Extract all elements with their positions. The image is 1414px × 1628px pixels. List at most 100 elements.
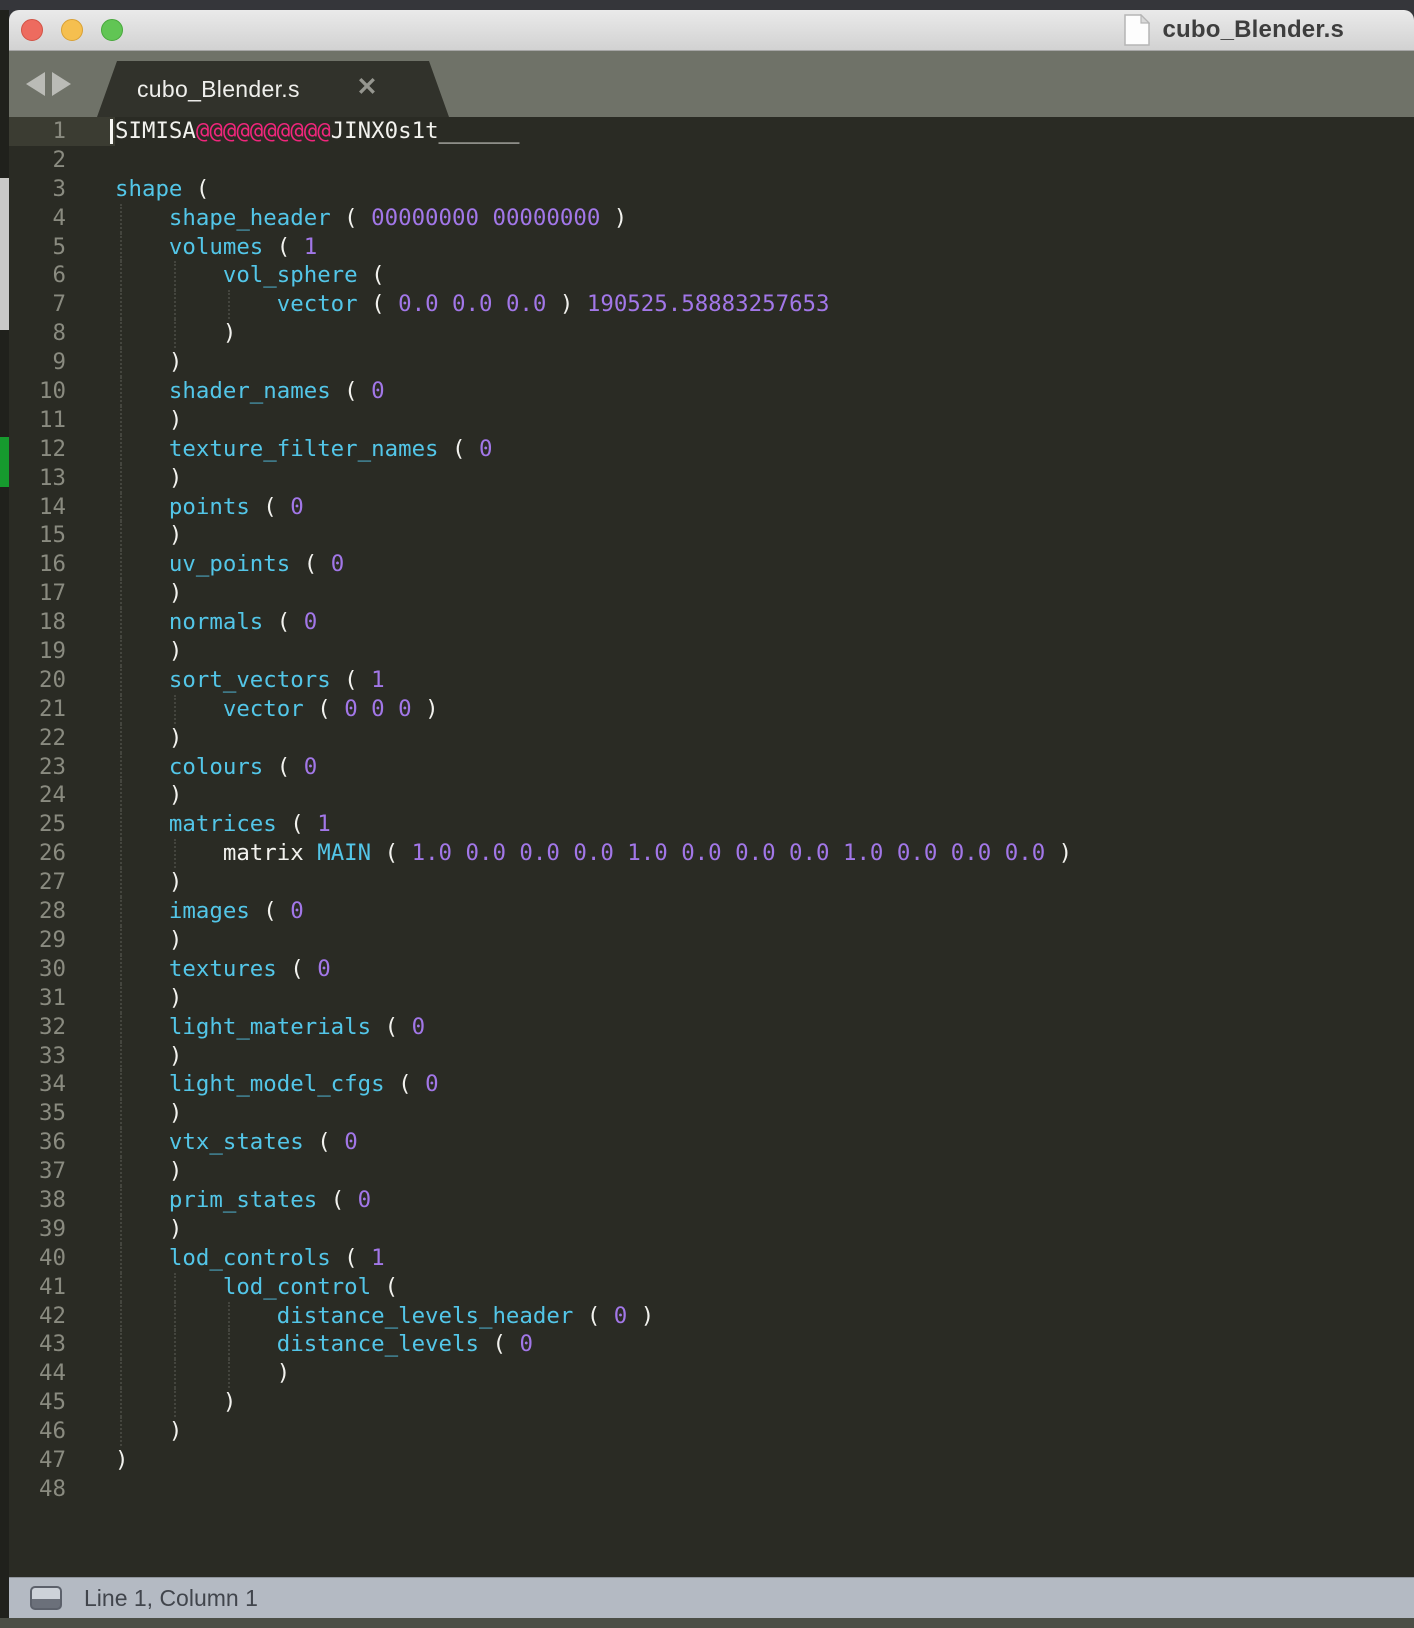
tab-navigation [26, 72, 71, 96]
line-number: 25 [9, 810, 115, 839]
code-line[interactable]: 33 ) [9, 1042, 1414, 1071]
indent-guide [174, 319, 176, 348]
code-line[interactable]: 27 ) [9, 868, 1414, 897]
back-arrow-icon[interactable] [26, 72, 45, 96]
code-line[interactable]: 6 vol_sphere ( [9, 261, 1414, 290]
code-text: vol_sphere ( [115, 261, 1414, 290]
indent-guide [120, 781, 122, 810]
code-line[interactable]: 48 [9, 1475, 1414, 1504]
code-line[interactable]: 47) [9, 1446, 1414, 1475]
panel-icon[interactable] [30, 1586, 62, 1610]
line-number: 41 [9, 1273, 115, 1302]
line-number: 47 [9, 1446, 115, 1475]
code-line[interactable]: 17 ) [9, 579, 1414, 608]
code-line[interactable]: 37 ) [9, 1157, 1414, 1186]
code-line[interactable]: 10 shader_names ( 0 [9, 377, 1414, 406]
zoom-window-button[interactable] [101, 19, 123, 41]
indent-guide [228, 1330, 230, 1359]
line-number: 14 [9, 493, 115, 522]
code-lines: 1SIMISA@@@@@@@@@@JINX0s1t______23shape (… [9, 117, 1414, 1504]
code-text: sort_vectors ( 1 [115, 666, 1414, 695]
indent-guide [174, 290, 176, 319]
editor[interactable]: 1SIMISA@@@@@@@@@@JINX0s1t______23shape (… [9, 117, 1414, 1577]
code-line[interactable]: 9 ) [9, 348, 1414, 377]
code-line[interactable]: 23 colours ( 0 [9, 753, 1414, 782]
code-line[interactable]: 11 ) [9, 406, 1414, 435]
code-line[interactable]: 36 vtx_states ( 0 [9, 1128, 1414, 1157]
code-line[interactable]: 4 shape_header ( 00000000 00000000 ) [9, 204, 1414, 233]
indent-guide [120, 464, 122, 493]
code-line[interactable]: 43 distance_levels ( 0 [9, 1330, 1414, 1359]
code-line[interactable]: 26 matrix MAIN ( 1.0 0.0 0.0 0.0 1.0 0.0… [9, 839, 1414, 868]
code-line[interactable]: 8 ) [9, 319, 1414, 348]
code-line[interactable]: 13 ) [9, 464, 1414, 493]
code-line[interactable]: 35 ) [9, 1099, 1414, 1128]
indent-guide [174, 1302, 176, 1331]
code-line[interactable]: 15 ) [9, 521, 1414, 550]
tab-close-icon[interactable]: ✕ [347, 72, 387, 102]
indent-guide [120, 1042, 122, 1071]
code-line[interactable]: 19 ) [9, 637, 1414, 666]
code-text: texture_filter_names ( 0 [115, 435, 1414, 464]
indent-guide [120, 550, 122, 579]
text-cursor [110, 119, 113, 144]
indent-guide [120, 724, 122, 753]
code-line[interactable]: 46 ) [9, 1417, 1414, 1446]
code-text: ) [115, 1446, 1414, 1475]
line-number: 40 [9, 1244, 115, 1273]
indent-guide [120, 1186, 122, 1215]
code-line[interactable]: 16 uv_points ( 0 [9, 550, 1414, 579]
code-line[interactable]: 7 vector ( 0.0 0.0 0.0 ) 190525.58883257… [9, 290, 1414, 319]
line-number: 29 [9, 926, 115, 955]
minimize-window-button[interactable] [61, 19, 83, 41]
code-line[interactable]: 5 volumes ( 1 [9, 233, 1414, 262]
tab-cubo-blender[interactable]: cubo_Blender.s ✕ [97, 61, 449, 117]
code-text [115, 146, 1414, 175]
code-line[interactable]: 42 distance_levels_header ( 0 ) [9, 1302, 1414, 1331]
code-line[interactable]: 25 matrices ( 1 [9, 810, 1414, 839]
indent-guide [120, 984, 122, 1013]
line-number: 30 [9, 955, 115, 984]
close-window-button[interactable] [21, 19, 43, 41]
code-text: ) [115, 406, 1414, 435]
code-line[interactable]: 14 points ( 0 [9, 493, 1414, 522]
code-text: ) [115, 637, 1414, 666]
code-text: matrix MAIN ( 1.0 0.0 0.0 0.0 1.0 0.0 0.… [115, 839, 1414, 868]
indent-guide [120, 753, 122, 782]
code-line[interactable]: 2 [9, 146, 1414, 175]
indent-guide [174, 1330, 176, 1359]
code-text: ) [115, 1359, 1414, 1388]
code-line[interactable]: 34 light_model_cfgs ( 0 [9, 1070, 1414, 1099]
code-line[interactable]: 20 sort_vectors ( 1 [9, 666, 1414, 695]
code-line[interactable]: 30 textures ( 0 [9, 955, 1414, 984]
document-icon[interactable] [1124, 14, 1150, 46]
code-text: ) [115, 1042, 1414, 1071]
code-line[interactable]: 12 texture_filter_names ( 0 [9, 435, 1414, 464]
code-line[interactable]: 3shape ( [9, 175, 1414, 204]
indent-guide [174, 1273, 176, 1302]
code-line[interactable]: 18 normals ( 0 [9, 608, 1414, 637]
indent-guide [120, 1244, 122, 1273]
code-line[interactable]: 32 light_materials ( 0 [9, 1013, 1414, 1042]
code-line[interactable]: 24 ) [9, 781, 1414, 810]
line-number: 28 [9, 897, 115, 926]
title-bar[interactable]: cubo_Blender.s [9, 10, 1414, 51]
forward-arrow-icon[interactable] [52, 72, 71, 96]
code-line[interactable]: 22 ) [9, 724, 1414, 753]
code-line[interactable]: 45 ) [9, 1388, 1414, 1417]
code-line[interactable]: 38 prim_states ( 0 [9, 1186, 1414, 1215]
code-text: light_materials ( 0 [115, 1013, 1414, 1042]
code-text: lod_control ( [115, 1273, 1414, 1302]
code-line[interactable]: 40 lod_controls ( 1 [9, 1244, 1414, 1273]
code-line[interactable]: 21 vector ( 0 0 0 ) [9, 695, 1414, 724]
code-line[interactable]: 31 ) [9, 984, 1414, 1013]
code-line[interactable]: 44 ) [9, 1359, 1414, 1388]
code-line[interactable]: 29 ) [9, 926, 1414, 955]
line-number: 18 [9, 608, 115, 637]
code-text: ) [115, 781, 1414, 810]
code-line[interactable]: 1SIMISA@@@@@@@@@@JINX0s1t______ [9, 117, 1414, 146]
code-line[interactable]: 39 ) [9, 1215, 1414, 1244]
code-line[interactable]: 41 lod_control ( [9, 1273, 1414, 1302]
line-number: 5 [9, 233, 115, 262]
code-line[interactable]: 28 images ( 0 [9, 897, 1414, 926]
